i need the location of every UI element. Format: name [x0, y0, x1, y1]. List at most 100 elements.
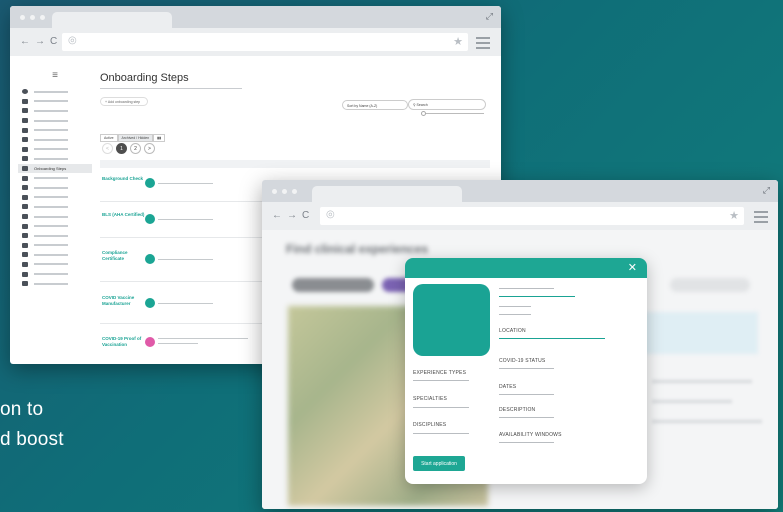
sidebar-item[interactable] — [18, 87, 92, 97]
row-bar — [158, 219, 213, 220]
menu-icon[interactable] — [754, 211, 768, 226]
experience-image — [413, 284, 490, 356]
expand-icon[interactable]: ⤢ — [486, 11, 493, 22]
availability-label: AVAILABILITY WINDOWS — [499, 432, 562, 438]
prev-page-button[interactable]: < — [102, 143, 113, 154]
browser-tab[interactable] — [312, 186, 462, 202]
sidebar-item[interactable] — [18, 279, 92, 289]
field-line — [499, 306, 531, 307]
blur-line — [652, 400, 732, 403]
experience-types-label: EXPERIENCE TYPES — [413, 370, 467, 376]
table-header — [100, 160, 490, 168]
filter-pill[interactable] — [292, 278, 374, 292]
covid-status-label: COVID-19 STATUS — [499, 358, 546, 364]
next-page-button[interactable]: > — [144, 143, 155, 154]
sidebar-item[interactable] — [18, 250, 92, 260]
title-underline — [100, 88, 242, 89]
field-line — [499, 417, 554, 418]
page-2-button[interactable]: 2 — [130, 143, 141, 154]
window-controls[interactable] — [20, 15, 45, 20]
filter-pill[interactable] — [670, 278, 750, 292]
nav-buttons[interactable]: ←→C — [272, 210, 314, 221]
sidebar-item[interactable] — [18, 193, 92, 203]
field-line — [499, 394, 554, 395]
start-application-button[interactable]: Start application — [413, 456, 465, 471]
field-line — [413, 407, 469, 408]
field-line — [499, 314, 531, 315]
browser-toolbar: ←→C ◎ ★ — [10, 28, 501, 56]
info-box — [630, 312, 758, 354]
menu-icon[interactable] — [476, 37, 490, 52]
browser-tab[interactable] — [52, 12, 172, 28]
sidebar-item[interactable] — [18, 202, 92, 212]
window-controls[interactable] — [272, 189, 297, 194]
row-bar — [158, 338, 248, 339]
sidebar-item[interactable] — [18, 183, 92, 193]
slider-handle[interactable] — [421, 111, 426, 116]
sidebar-item[interactable] — [18, 154, 92, 164]
view-active-tab[interactable]: Active — [100, 134, 118, 142]
hamburger-icon[interactable]: ≡ — [18, 70, 92, 81]
sidebar-item[interactable] — [18, 125, 92, 135]
location-line — [499, 338, 605, 339]
sidebar: ≡ Onboarding Steps — [18, 68, 92, 358]
row-bar — [158, 183, 213, 184]
nav-buttons[interactable]: ←→C — [20, 36, 62, 47]
hero-line-2: d boost — [0, 429, 64, 450]
sort-dropdown[interactable]: Sort by Name (A-Z) — [342, 100, 408, 110]
sidebar-item[interactable] — [18, 212, 92, 222]
browser-toolbar: ←→C ◎ ★ — [262, 202, 778, 230]
sidebar-item[interactable] — [18, 106, 92, 116]
sidebar-item[interactable] — [18, 241, 92, 251]
sidebar-item[interactable] — [18, 145, 92, 155]
filter-slider[interactable] — [421, 111, 484, 116]
close-icon[interactable]: ✕ — [628, 261, 637, 274]
step-name[interactable]: COVID-19 Proof of Vaccination — [102, 336, 146, 347]
sidebar-item-onboarding-steps[interactable]: Onboarding Steps — [18, 163, 92, 174]
status-dot — [145, 214, 155, 224]
field-line — [413, 380, 469, 381]
sidebar-item[interactable] — [18, 221, 92, 231]
address-bar[interactable]: ◎ ★ — [62, 33, 468, 51]
titlebar: ⤢ — [10, 6, 501, 28]
globe-icon: ◎ — [326, 209, 335, 220]
field-line — [413, 433, 469, 434]
step-name[interactable]: Background Check — [102, 176, 146, 182]
hero-line-1: on to — [0, 399, 44, 420]
search-placeholder: Search — [416, 103, 428, 107]
sidebar-item[interactable] — [18, 260, 92, 270]
step-name[interactable]: COVID Vaccine Manufacturer — [102, 295, 146, 306]
field-line — [499, 368, 554, 369]
row-bar — [158, 259, 213, 260]
titlebar: ⤢ — [262, 180, 778, 202]
globe-icon: ◎ — [68, 35, 77, 46]
page-title: Find clinical experiences — [286, 242, 429, 256]
star-icon[interactable]: ★ — [453, 35, 463, 48]
sidebar-item[interactable] — [18, 116, 92, 126]
blur-line — [652, 420, 762, 423]
field-line — [499, 442, 554, 443]
step-name[interactable]: Compliance Certificate — [102, 250, 146, 261]
page-1-button[interactable]: 1 — [116, 143, 127, 154]
sidebar-item[interactable] — [18, 135, 92, 145]
blur-line — [652, 380, 752, 383]
status-dot — [145, 254, 155, 264]
search-input[interactable]: ⚲ Search — [408, 99, 486, 110]
add-step-button[interactable]: + Add onboarding step — [100, 97, 148, 106]
view-grid-icon[interactable]: ▮▮ — [153, 134, 166, 142]
disciplines-label: DISCIPLINES — [413, 422, 447, 428]
pagination: < 1 2 > — [102, 143, 155, 154]
address-bar[interactable]: ◎ ★ — [320, 207, 744, 225]
sidebar-item[interactable] — [18, 173, 92, 183]
star-icon[interactable]: ★ — [729, 209, 739, 222]
expand-icon[interactable]: ⤢ — [763, 185, 770, 196]
view-archived-tab[interactable]: Archived / Hidden — [117, 134, 154, 142]
sidebar-item[interactable] — [18, 269, 92, 279]
sidebar-item[interactable] — [18, 97, 92, 107]
specialties-label: SPECIALTIES — [413, 396, 448, 402]
status-dot — [145, 178, 155, 188]
description-label: DESCRIPTION — [499, 407, 536, 413]
sidebar-item[interactable] — [18, 231, 92, 241]
step-name[interactable]: BLS (AHA Certified) — [102, 212, 146, 218]
dates-label: DATES — [499, 384, 517, 390]
